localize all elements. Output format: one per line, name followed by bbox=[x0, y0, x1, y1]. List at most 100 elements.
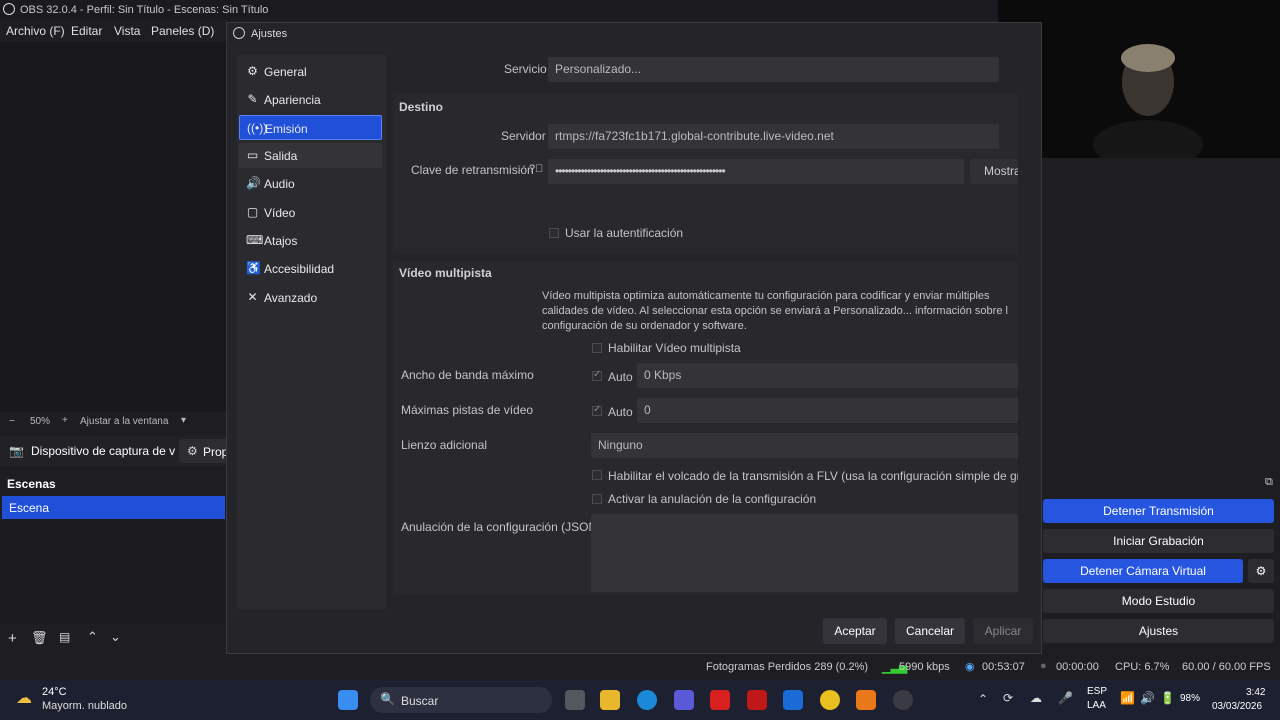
mcafee-icon[interactable] bbox=[747, 690, 767, 710]
max-tracks-auto-checkbox[interactable] bbox=[592, 404, 602, 416]
clock-time[interactable]: 3:42 bbox=[1246, 687, 1265, 698]
nav-video[interactable]: ▢ Vídeo bbox=[239, 200, 382, 225]
gear-icon: ⚙ bbox=[247, 64, 258, 78]
zoom-out-button[interactable]: − bbox=[9, 416, 15, 427]
help-icon[interactable]: ?⃝ bbox=[529, 163, 543, 175]
preview-canvas[interactable] bbox=[0, 42, 228, 412]
nav-label: Accesibilidad bbox=[264, 262, 335, 276]
zoom-in-button[interactable]: + bbox=[62, 415, 68, 426]
nav-atajos[interactable]: ⌨ Atajos bbox=[239, 228, 382, 253]
chrome-icon[interactable] bbox=[820, 690, 840, 710]
menu-paneles[interactable]: Paneles (D) bbox=[151, 24, 214, 38]
camera-icon: 📷 bbox=[9, 444, 24, 458]
dialog-title-bar: Ajustes bbox=[227, 23, 1043, 45]
server-input[interactable]: rtmps://fa723fc1b171.global-contribute.l… bbox=[548, 124, 999, 149]
monitor-icon: ▢ bbox=[246, 205, 259, 219]
stop-stream-button[interactable]: Detener Transmisión bbox=[1043, 499, 1274, 523]
trash-icon[interactable]: 🗑 bbox=[31, 630, 48, 646]
settings-button[interactable]: Ajustes bbox=[1043, 619, 1274, 643]
wifi-icon[interactable]: 📶 bbox=[1120, 691, 1135, 705]
max-bandwidth-auto-checkbox[interactable] bbox=[592, 369, 602, 381]
undock-icon[interactable]: ⧉ bbox=[1265, 476, 1273, 489]
add-scene-icon[interactable]: + bbox=[8, 630, 17, 647]
lang-secondary[interactable]: LAA bbox=[1087, 700, 1106, 711]
record-time: 00:00:00 bbox=[1056, 661, 1099, 673]
show-key-button[interactable]: Mostra bbox=[970, 159, 1018, 184]
nav-audio[interactable]: 🔊 Audio bbox=[239, 171, 382, 196]
start-record-button[interactable]: Iniciar Grabación bbox=[1043, 529, 1274, 553]
menu-vista[interactable]: Vista bbox=[114, 24, 140, 38]
filter-icon[interactable]: ▤ bbox=[59, 630, 70, 644]
enable-multitrack-checkbox[interactable] bbox=[592, 343, 602, 353]
move-up-icon[interactable]: ⌃ bbox=[87, 629, 98, 645]
clock-date[interactable]: 03/03/2026 bbox=[1212, 701, 1262, 712]
speaker-icon: 🔊 bbox=[246, 176, 261, 190]
nav-accesibilidad[interactable]: ♿ Accesibilidad bbox=[239, 256, 382, 281]
weather-icon[interactable]: ☁ bbox=[16, 688, 32, 708]
lang-primary[interactable]: ESP bbox=[1087, 686, 1107, 697]
nav-general[interactable]: ⚙ General bbox=[239, 59, 382, 84]
override-json-textarea[interactable] bbox=[591, 514, 1018, 592]
obs-logo-icon bbox=[3, 3, 15, 15]
menu-editar[interactable]: Editar bbox=[71, 24, 102, 38]
scene-item[interactable]: Escena bbox=[2, 496, 225, 519]
chevron-down-icon[interactable]: ▾ bbox=[181, 415, 186, 426]
outlook-icon[interactable] bbox=[783, 690, 803, 710]
max-tracks-label: Máximas pistas de vídeo bbox=[401, 403, 534, 417]
destino-title: Destino bbox=[399, 100, 444, 114]
extra-canvas-select[interactable]: Ninguno bbox=[591, 433, 1018, 458]
service-select[interactable]: Personalizado... bbox=[548, 57, 999, 82]
stop-virtual-camera-button[interactable]: Detener Cámara Virtual bbox=[1043, 559, 1243, 583]
scene-toolbar: + 🗑 ▤ ⌃ ⌄ bbox=[0, 628, 228, 650]
tray-chevron-icon[interactable]: ⌃ bbox=[978, 692, 988, 706]
task-view-icon[interactable] bbox=[565, 690, 585, 710]
cancel-button[interactable]: Cancelar bbox=[895, 618, 965, 644]
nav-label: Vídeo bbox=[264, 206, 296, 220]
search-box[interactable]: 🔍 Buscar bbox=[370, 687, 552, 713]
edge-icon[interactable] bbox=[637, 690, 657, 710]
nav-salida[interactable]: ▭ Salida bbox=[239, 143, 382, 168]
fit-window-button[interactable]: Ajustar a la ventana bbox=[80, 416, 168, 427]
scenes-list bbox=[0, 520, 228, 624]
cloud-icon[interactable]: ☁ bbox=[1030, 691, 1042, 705]
flv-dump-checkbox[interactable] bbox=[592, 470, 602, 480]
output-icon: ▭ bbox=[246, 148, 259, 162]
brush-icon: ✎ bbox=[247, 92, 258, 106]
search-placeholder: Buscar bbox=[401, 694, 439, 708]
accessibility-icon: ♿ bbox=[246, 261, 261, 275]
menu-archivo[interactable]: Archivo (F) bbox=[6, 24, 65, 38]
nav-label: General bbox=[264, 65, 307, 79]
fl-studio-icon[interactable] bbox=[856, 690, 876, 710]
file-explorer-icon[interactable] bbox=[600, 690, 620, 710]
move-down-icon[interactable]: ⌄ bbox=[110, 629, 121, 645]
nav-emision[interactable]: ((•)) Emisión bbox=[239, 115, 382, 140]
nav-avanzado[interactable]: ✕ Avanzado bbox=[239, 285, 382, 310]
source-bar: 📷 Dispositivo de captura de v ⚙ Prop bbox=[0, 436, 229, 466]
stream-key-input[interactable]: ••••••••••••••••••••••••••••••••••••••••… bbox=[548, 159, 964, 184]
stream-time: 00:53:07 bbox=[982, 661, 1025, 673]
status-bar: Fotogramas Perdidos 289 (0.2%) ▁▃▅ 5990 … bbox=[0, 657, 1280, 679]
obs-taskbar-icon[interactable] bbox=[893, 690, 913, 710]
properties-button[interactable]: ⚙ Prop bbox=[179, 439, 229, 463]
max-bandwidth-auto-label: Auto bbox=[608, 370, 633, 384]
weather-desc: Mayorm. nublado bbox=[42, 700, 127, 712]
battery-icon[interactable]: 🔋 bbox=[1160, 691, 1175, 705]
max-bandwidth-input[interactable]: 0 Kbps bbox=[637, 363, 1018, 388]
max-tracks-input[interactable]: 0 bbox=[637, 398, 1018, 423]
use-auth-label: Usar la autentificación bbox=[565, 226, 684, 240]
nav-apariencia[interactable]: ✎ Apariencia bbox=[239, 87, 382, 112]
sync-icon[interactable]: ⟳ bbox=[1003, 691, 1013, 705]
windows-start-icon[interactable] bbox=[338, 690, 358, 710]
lastpass-icon[interactable] bbox=[710, 690, 730, 710]
max-bandwidth-label: Ancho de banda máximo bbox=[401, 368, 534, 382]
volume-icon[interactable]: 🔊 bbox=[1140, 691, 1155, 705]
use-auth-checkbox[interactable] bbox=[549, 228, 559, 238]
accept-button[interactable]: Aceptar bbox=[823, 618, 887, 644]
fps: 60.00 / 60.00 FPS bbox=[1182, 661, 1271, 673]
studio-mode-button[interactable]: Modo Estudio bbox=[1043, 589, 1274, 613]
store-icon[interactable] bbox=[674, 690, 694, 710]
vcam-gear-icon[interactable]: ⚙ bbox=[1248, 559, 1274, 583]
apply-button[interactable]: Aplicar bbox=[973, 618, 1033, 644]
config-override-checkbox[interactable] bbox=[592, 494, 602, 504]
mic-icon[interactable]: 🎤 bbox=[1058, 691, 1073, 705]
